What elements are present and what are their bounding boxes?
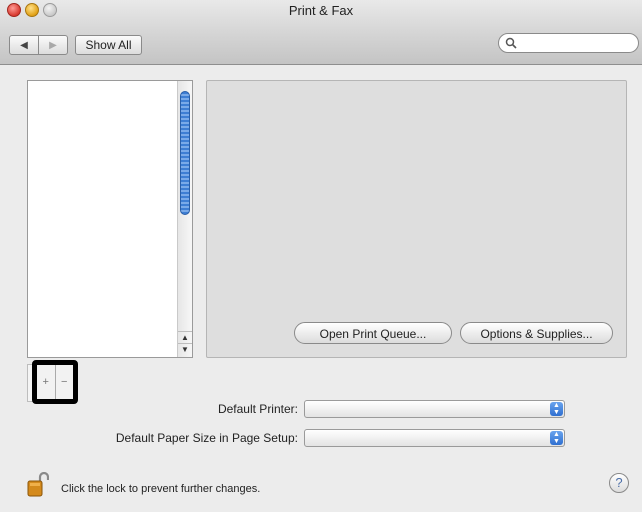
paper-size-label: Default Paper Size in Page Setup: [115, 431, 298, 445]
paper-size-popup[interactable]: ▲ ▼ [304, 429, 565, 447]
window-title: Print & Fax [288, 3, 354, 18]
back-button[interactable]: ◀ [10, 36, 38, 54]
search-field[interactable] [498, 33, 639, 53]
default-printer-label: Default Printer: [217, 402, 298, 416]
help-button[interactable]: ? [609, 473, 629, 493]
options-supplies-button[interactable]: Options & Supplies... [460, 322, 613, 344]
right-triangle-icon: ▶ [49, 39, 57, 51]
window-titlebar: Print & Fax ◀ ▶ Show All [0, 0, 642, 65]
add-printer-button[interactable]: + [37, 365, 55, 399]
unlocked-lock-icon[interactable] [27, 471, 50, 497]
open-print-queue-button[interactable]: Open Print Queue... [294, 322, 452, 344]
lock-message: Click the lock to prevent further change… [61, 483, 261, 495]
remove-printer-button[interactable]: − [54, 365, 74, 399]
search-icon [505, 37, 517, 52]
printer-detail-pane [206, 80, 627, 358]
printer-list[interactable]: ▲ ▼ [27, 80, 193, 358]
forward-button[interactable]: ▶ [38, 36, 67, 54]
printer-list-scrollbar[interactable]: ▲ ▼ [177, 81, 192, 357]
default-printer-popup[interactable]: ▲ ▼ [304, 400, 565, 418]
popup-arrows-icon: ▲ ▼ [550, 402, 563, 416]
scroll-down-arrow-icon[interactable]: ▼ [178, 343, 192, 356]
show-all-button[interactable]: Show All [75, 35, 142, 55]
add-remove-printer-buttons: + − [32, 360, 78, 404]
left-triangle-icon: ◀ [20, 39, 28, 51]
popup-arrows-icon: ▲ ▼ [550, 431, 563, 445]
scrollbar-thumb[interactable] [180, 91, 190, 215]
navigation-buttons: ◀ ▶ [9, 35, 68, 55]
